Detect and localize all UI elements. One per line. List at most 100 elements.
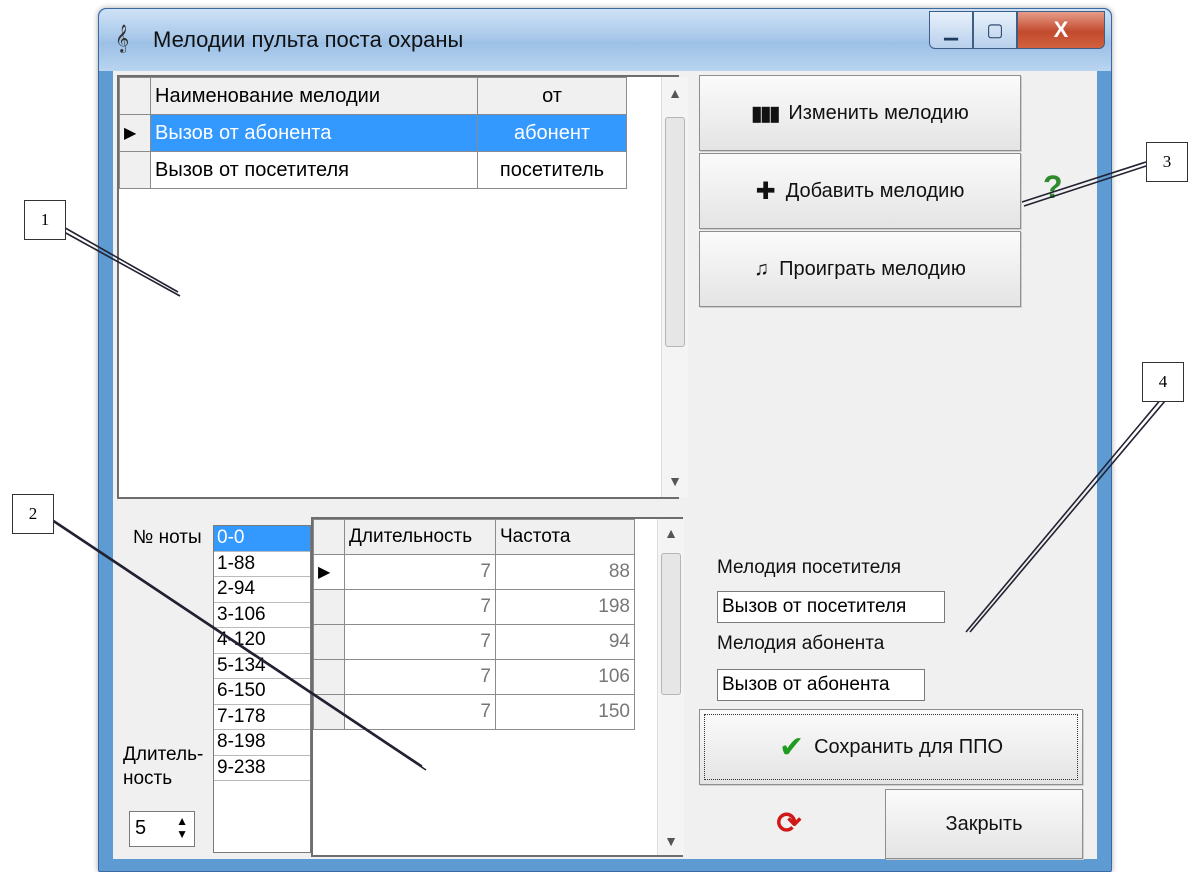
notes-list[interactable]: 0-0 1-88 2-94 3-106 4-120 5-134 6-150 7-… [213, 525, 311, 853]
row-indicator [313, 659, 345, 695]
callout-2: 2 [12, 494, 54, 534]
note-row[interactable]: ▶ 7 88 [313, 554, 635, 590]
melody-from-cell[interactable]: посетитель [477, 151, 627, 189]
scroll-down-icon[interactable]: ▼ [662, 473, 688, 489]
frequency-cell[interactable]: 150 [495, 694, 635, 730]
duration-label: Длитель- ность [123, 743, 203, 791]
note-item[interactable]: 3-106 [214, 603, 310, 628]
close-button[interactable]: Закрыть [885, 789, 1083, 859]
maximize-button[interactable]: ▢ [973, 11, 1017, 49]
note-item[interactable]: 7-178 [214, 705, 310, 730]
refresh-icon: ⟳ [776, 806, 802, 840]
note-table: Длительность Частота ▶ 7 88 7 198 7 94 7… [313, 519, 635, 730]
edit-melody-label: Изменить мелодию [788, 101, 969, 124]
melody-row[interactable]: Вызов от посетителя посетитель [119, 151, 627, 189]
row-pointer-icon: ▶ [313, 554, 345, 590]
help-icon[interactable]: ? [1043, 169, 1063, 206]
column-header-from[interactable]: от [477, 77, 627, 115]
row-indicator [313, 589, 345, 625]
note-row[interactable]: 7 106 [313, 659, 635, 695]
note-row[interactable]: 7 198 [313, 589, 635, 625]
melody-from-cell[interactable]: абонент [477, 114, 627, 152]
note-row[interactable]: 7 150 [313, 694, 635, 730]
main-window: 𝄞 Мелодии пульта поста охраны ▁ ▢ X Наим… [98, 8, 1112, 872]
row-indicator-header [119, 77, 151, 115]
duration-cell[interactable]: 7 [344, 694, 496, 730]
duration-spinner[interactable]: 5 ▲ ▼ [129, 811, 195, 847]
note-grid-scrollbar[interactable]: ▲ ▼ [657, 519, 684, 855]
row-pointer-icon: ▶ [119, 114, 151, 152]
close-window-button[interactable]: X [1017, 11, 1105, 49]
row-indicator-header [313, 519, 345, 555]
save-for-ppo-button[interactable]: ✔ Сохранить для ППО [699, 709, 1083, 785]
title-bar[interactable]: 𝄞 Мелодии пульта поста охраны ▁ ▢ X [99, 9, 1111, 71]
minimize-icon: ▁ [944, 19, 958, 40]
duration-label-line2: ность [123, 768, 173, 789]
note-number-label: № ноты [133, 527, 202, 548]
visitor-melody-label: Мелодия посетителя [717, 557, 902, 578]
add-melody-button[interactable]: ✚ Добавить мелодию [699, 153, 1021, 229]
visitor-melody-field[interactable]: Вызов от посетителя [717, 591, 945, 623]
note-item[interactable]: 6-150 [214, 679, 310, 705]
column-header-frequency[interactable]: Частота [495, 519, 635, 555]
row-indicator [313, 624, 345, 660]
note-item[interactable]: 0-0 [214, 526, 310, 552]
melody-grid[interactable]: Наименование мелодии от ▶ Вызов от абоне… [117, 75, 688, 499]
note-item[interactable]: 2-94 [214, 577, 310, 603]
refresh-button[interactable]: ⟳ [699, 789, 879, 857]
callout-4: 4 [1142, 362, 1184, 402]
plus-icon: ✚ [755, 177, 776, 205]
frequency-cell[interactable]: 106 [495, 659, 635, 695]
spinner-arrows-icon[interactable]: ▲ ▼ [176, 815, 188, 841]
window-title: Мелодии пульта поста охраны [153, 27, 464, 52]
save-for-ppo-label: Сохранить для ППО [814, 735, 1004, 758]
note-item[interactable]: 1-88 [214, 552, 310, 577]
row-indicator [119, 151, 151, 189]
scrollbar-thumb[interactable] [665, 117, 685, 347]
note-item[interactable]: 8-198 [214, 730, 310, 756]
close-label: Закрыть [945, 812, 1023, 835]
scroll-down-icon[interactable]: ▼ [658, 833, 684, 849]
checkmark-icon: ✔ [778, 730, 805, 764]
note-item[interactable]: 5-134 [214, 654, 310, 679]
scroll-up-icon[interactable]: ▲ [662, 85, 688, 101]
duration-label-line1: Длитель- [123, 744, 204, 765]
melody-grid-scrollbar[interactable]: ▲ ▼ [661, 77, 688, 497]
play-melody-label: Проиграть мелодию [779, 257, 966, 280]
add-melody-label: Добавить мелодию [785, 179, 965, 202]
frequency-cell[interactable]: 94 [495, 624, 635, 660]
maximize-icon: ▢ [986, 19, 1004, 40]
melody-table: Наименование мелодии от ▶ Вызов от абоне… [119, 77, 627, 189]
frequency-cell[interactable]: 88 [495, 554, 635, 590]
melody-name-cell[interactable]: Вызов от посетителя [150, 151, 478, 189]
scroll-up-icon[interactable]: ▲ [658, 525, 684, 541]
note-item[interactable]: 9-238 [214, 756, 310, 781]
minimize-button[interactable]: ▁ [929, 11, 973, 49]
melody-row[interactable]: ▶ Вызов от абонента абонент [119, 114, 627, 152]
play-melody-button[interactable]: ♫ Проиграть мелодию [699, 231, 1021, 307]
music-note-icon: ♫ [754, 257, 770, 280]
frequency-cell[interactable]: 198 [495, 589, 635, 625]
note-item[interactable]: 4-120 [214, 628, 310, 654]
window-client: Наименование мелодии от ▶ Вызов от абоне… [113, 71, 1097, 859]
row-indicator [313, 694, 345, 730]
subscriber-melody-label: Мелодия абонента [717, 633, 885, 654]
edit-melody-button[interactable]: ▮▮▮ Изменить мелодию [699, 75, 1021, 151]
duration-cell[interactable]: 7 [344, 589, 496, 625]
melody-name-cell[interactable]: Вызов от абонента [150, 114, 478, 152]
duration-cell[interactable]: 7 [344, 554, 496, 590]
close-icon: X [1053, 17, 1069, 42]
melody-header-row: Наименование мелодии от [119, 77, 627, 115]
column-header-name[interactable]: Наименование мелодии [150, 77, 478, 115]
note-header-row: Длительность Частота [313, 519, 635, 555]
note-row[interactable]: 7 94 [313, 624, 635, 660]
duration-value: 5 [135, 817, 147, 839]
note-grid[interactable]: Длительность Частота ▶ 7 88 7 198 7 94 7… [311, 517, 684, 857]
duration-cell[interactable]: 7 [344, 659, 496, 695]
callout-1: 1 [24, 200, 66, 240]
duration-cell[interactable]: 7 [344, 624, 496, 660]
column-header-duration[interactable]: Длительность [344, 519, 496, 555]
equalizer-icon: ▮▮▮ [751, 102, 780, 125]
scrollbar-thumb[interactable] [661, 553, 681, 695]
subscriber-melody-field[interactable]: Вызов от абонента [717, 669, 925, 701]
